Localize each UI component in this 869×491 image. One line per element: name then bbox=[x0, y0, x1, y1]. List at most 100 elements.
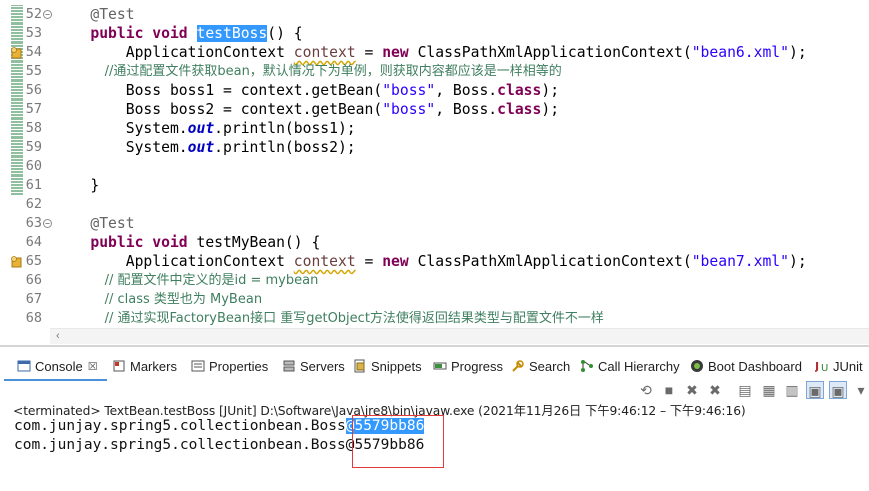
line-number: 65 bbox=[25, 253, 42, 269]
code-token: ApplicationContext bbox=[55, 253, 294, 270]
tab-boot-dashboard[interactable]: Boot Dashboard bbox=[690, 354, 802, 378]
code-text[interactable]: // 通过实现FactoryBean接口 重写getObject方法使得返回结果… bbox=[55, 309, 604, 328]
tab-console[interactable]: Console ☒ bbox=[17, 354, 98, 378]
code-text[interactable]: public void testBoss() { bbox=[55, 24, 303, 43]
code-line[interactable]: 65 ApplicationContext context = new Clas… bbox=[0, 252, 869, 271]
code-token: context bbox=[293, 44, 356, 61]
terminate-icon[interactable]: ■ bbox=[660, 381, 678, 399]
code-token: ); bbox=[788, 253, 807, 270]
clear-console-icon[interactable]: ✖ bbox=[706, 381, 724, 399]
tab-snippets[interactable]: Snippets bbox=[353, 354, 422, 378]
search-icon bbox=[511, 359, 525, 373]
code-text[interactable]: // 配置文件中定义的是id = mybean bbox=[55, 271, 319, 290]
code-token: = bbox=[355, 44, 383, 61]
code-token: // 通过实现FactoryBean接口 重写getObject方法使得返回结果… bbox=[104, 311, 604, 326]
code-token: // class 类型也为 MyBean bbox=[104, 292, 263, 307]
open-console-icon[interactable]: ▾ bbox=[852, 381, 869, 399]
code-line[interactable]: 64 public void testMyBean() { bbox=[0, 233, 869, 252]
code-token: Boss boss2 = context.getBean( bbox=[55, 101, 383, 118]
code-line[interactable]: 61 } bbox=[0, 176, 869, 195]
markers-icon bbox=[112, 359, 126, 373]
tab-servers[interactable]: Servers bbox=[282, 354, 345, 378]
tab-properties[interactable]: Properties bbox=[191, 354, 268, 378]
code-token: out bbox=[187, 139, 215, 156]
code-token: .println(boss2); bbox=[214, 139, 356, 156]
code-token: class bbox=[497, 82, 542, 99]
progress-icon bbox=[433, 359, 447, 373]
line-number: 62 bbox=[25, 196, 42, 212]
code-line[interactable]: 55 //通过配置文件获取bean，默认情况下为单例，则获取内容都应该是一样相等… bbox=[0, 62, 869, 81]
code-text[interactable]: System.out.println(boss2); bbox=[55, 138, 356, 157]
tab-progress[interactable]: Progress bbox=[433, 354, 503, 378]
code-line[interactable]: 67 // class 类型也为 MyBean bbox=[0, 290, 869, 309]
call-hierarchy-icon bbox=[580, 359, 594, 373]
line-number: 61 bbox=[25, 177, 42, 193]
code-text[interactable]: @Test bbox=[55, 5, 134, 24]
code-line[interactable]: 66 // 配置文件中定义的是id = mybean bbox=[0, 271, 869, 290]
code-token: "bean6.xml" bbox=[691, 44, 789, 61]
line-number: 66 bbox=[25, 272, 42, 288]
snippets-icon bbox=[353, 359, 367, 373]
code-text[interactable]: ApplicationContext context = new ClassPa… bbox=[55, 43, 807, 62]
remove-launch-icon[interactable]: ⟲ bbox=[637, 381, 655, 399]
show-on-output-icon[interactable]: ▥ bbox=[783, 381, 801, 399]
line-number: 55 bbox=[25, 63, 42, 79]
code-line[interactable]: 56 Boss boss1 = context.getBean("boss", … bbox=[0, 81, 869, 100]
code-text[interactable]: System.out.println(boss1); bbox=[55, 119, 356, 138]
line-number: 67 bbox=[25, 291, 42, 307]
close-tab-icon[interactable]: ☒ bbox=[88, 360, 98, 373]
code-token: ); bbox=[788, 44, 807, 61]
code-token: new bbox=[382, 44, 409, 61]
code-token: , Boss. bbox=[435, 82, 498, 99]
code-text[interactable]: Boss boss1 = context.getBean("boss", Bos… bbox=[55, 81, 559, 100]
code-line[interactable]: 59 System.out.println(boss2); bbox=[0, 138, 869, 157]
code-token: // 配置文件中定义的是id = mybean bbox=[104, 273, 319, 288]
code-token: testMyBean() { bbox=[187, 234, 321, 251]
code-line[interactable]: 63− @Test bbox=[0, 214, 869, 233]
line-number: 58 bbox=[25, 120, 42, 136]
code-line[interactable]: 54 ApplicationContext context = new Clas… bbox=[0, 43, 869, 62]
code-token: ); bbox=[541, 101, 560, 118]
line-number: 68 bbox=[25, 310, 42, 326]
line-number: 63 bbox=[25, 215, 42, 231]
code-text[interactable]: @Test bbox=[55, 214, 134, 233]
show-console-stderr-icon[interactable]: ▣ bbox=[829, 381, 847, 399]
code-text[interactable]: } bbox=[55, 176, 99, 195]
code-text[interactable]: Boss boss2 = context.getBean("boss", Bos… bbox=[55, 100, 559, 119]
code-line[interactable]: 57 Boss boss2 = context.getBean("boss", … bbox=[0, 100, 869, 119]
code-line[interactable]: 52− @Test bbox=[0, 5, 869, 24]
code-line[interactable]: 68 // 通过实现FactoryBean接口 重写getObject方法使得返… bbox=[0, 309, 869, 328]
show-console-stdout-icon[interactable]: ▣ bbox=[806, 381, 824, 399]
fold-toggle-icon[interactable]: − bbox=[43, 10, 52, 19]
word-wrap-icon[interactable]: ▦ bbox=[760, 381, 778, 399]
tab-call-hierarchy[interactable]: Call Hierarchy bbox=[580, 354, 680, 378]
output-class-name: com.junjay.spring5.collectionbean.Boss bbox=[14, 437, 346, 453]
tab-label: Servers bbox=[300, 358, 345, 374]
tab-junit[interactable]: J U JUnit bbox=[814, 354, 863, 378]
code-editor[interactable]: 52− @Test 53 public void testBoss() {54 A… bbox=[0, 0, 869, 345]
code-text[interactable]: ApplicationContext context = new ClassPa… bbox=[55, 252, 807, 271]
code-token: context bbox=[293, 253, 356, 270]
code-text[interactable]: //通过配置文件获取bean，默认情况下为单例，则获取内容都应该是一样相等的 bbox=[55, 62, 562, 81]
code-token: = bbox=[355, 253, 383, 270]
code-line[interactable]: 62 bbox=[0, 195, 869, 214]
fold-toggle-icon[interactable]: − bbox=[43, 219, 52, 228]
horizontal-scrollbar[interactable]: ‹ bbox=[50, 328, 869, 344]
code-line[interactable]: 60 bbox=[0, 157, 869, 176]
code-line[interactable]: 58 System.out.println(boss1); bbox=[0, 119, 869, 138]
remove-all-terminated-icon[interactable]: ✖ bbox=[683, 381, 701, 399]
tab-markers[interactable]: Markers bbox=[112, 354, 177, 378]
tab-search[interactable]: Search bbox=[511, 354, 570, 378]
code-line[interactable]: 53 public void testBoss() { bbox=[0, 24, 869, 43]
scroll-lock-icon[interactable]: ▤ bbox=[736, 381, 754, 399]
console-toolbar: ⟲ ■ ✖ ✖ ▤ ▦ ▥ ▣ ▣ ▾ bbox=[0, 377, 869, 403]
code-text[interactable]: // class 类型也为 MyBean bbox=[55, 290, 262, 309]
scroll-left-icon[interactable]: ‹ bbox=[56, 330, 60, 342]
code-text[interactable]: public void testMyBean() { bbox=[55, 233, 320, 252]
